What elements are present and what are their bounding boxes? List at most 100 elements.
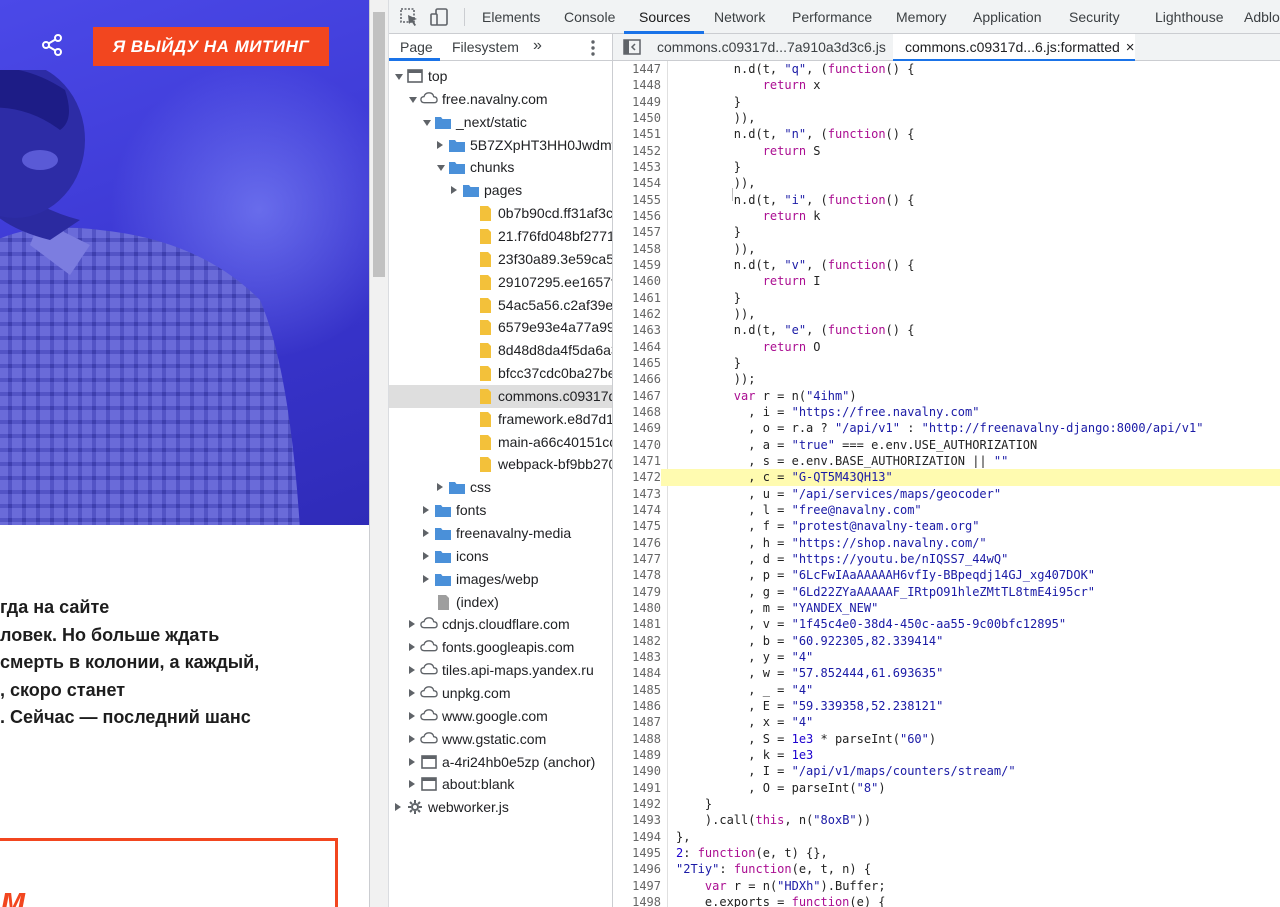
code-line[interactable]: 1486 , E = "59.339358,52.238121" xyxy=(613,698,1280,714)
tab-console[interactable]: Console xyxy=(564,0,615,34)
code-line[interactable]: 1488 , S = 1e3 * parseInt("60") xyxy=(613,731,1280,747)
collapsed-arrow-icon[interactable] xyxy=(423,574,429,583)
file-tab-commons-formatted[interactable]: commons.c09317d...6.js:formatted × xyxy=(893,34,1135,61)
line-number[interactable]: 1462 xyxy=(613,306,661,322)
tree-item[interactable]: css xyxy=(389,476,612,499)
more-tabs-chevron-icon[interactable]: » xyxy=(533,34,542,61)
code-line[interactable]: 1469 , o = r.a ? "/api/v1" : "http://fre… xyxy=(613,420,1280,436)
line-number[interactable]: 1465 xyxy=(613,355,661,371)
code-line[interactable]: 1470 , a = "true" === e.env.USE_AUTHORIZ… xyxy=(613,437,1280,453)
line-number[interactable]: 1461 xyxy=(613,290,661,306)
line-number[interactable]: 1459 xyxy=(613,257,661,273)
line-number[interactable]: 1464 xyxy=(613,339,661,355)
line-number[interactable]: 1470 xyxy=(613,437,661,453)
expanded-arrow-icon[interactable] xyxy=(395,74,403,80)
line-number[interactable]: 1478 xyxy=(613,567,661,583)
line-number[interactable]: 1486 xyxy=(613,698,661,714)
line-number[interactable]: 1498 xyxy=(613,894,661,907)
code-line[interactable]: 1473 , u = "/api/services/maps/geocoder" xyxy=(613,486,1280,502)
tree-item[interactable]: unpkg.com xyxy=(389,682,612,705)
code-line[interactable]: 1492 } xyxy=(613,796,1280,812)
tree-item[interactable]: fonts xyxy=(389,499,612,522)
line-number[interactable]: 1484 xyxy=(613,665,661,681)
code-line[interactable]: 1493 ).call(this, n("8oxB")) xyxy=(613,812,1280,828)
line-number[interactable]: 1458 xyxy=(613,241,661,257)
line-number[interactable]: 1469 xyxy=(613,420,661,436)
line-number[interactable]: 1449 xyxy=(613,94,661,110)
tree-item[interactable]: (index) xyxy=(389,591,612,614)
line-number[interactable]: 1463 xyxy=(613,322,661,338)
more-options-icon[interactable] xyxy=(589,38,597,58)
code-line[interactable]: 1459 n.d(t, "v", (function() { xyxy=(613,257,1280,273)
tree-item[interactable]: a-4ri24hb0e5zp (anchor) xyxy=(389,751,612,774)
code-line[interactable]: 1465 } xyxy=(613,355,1280,371)
expanded-arrow-icon[interactable] xyxy=(423,119,431,126)
line-number[interactable]: 1476 xyxy=(613,535,661,551)
line-number[interactable]: 1489 xyxy=(613,747,661,763)
tree-item[interactable]: framework.e8d7d1fe xyxy=(389,408,612,431)
code-line[interactable]: 1460 return I xyxy=(613,273,1280,289)
code-line[interactable]: 1479 , g = "6Ld22ZYaAAAAAF_IRtpO91hleZMt… xyxy=(613,584,1280,600)
tree-item[interactable]: 6579e93e4a77a992d xyxy=(389,316,612,339)
code-line[interactable]: 1468 , i = "https://free.navalny.com" xyxy=(613,404,1280,420)
code-line[interactable]: 1487 , x = "4" xyxy=(613,714,1280,730)
tab-application[interactable]: Application xyxy=(973,0,1042,34)
code-line[interactable]: 1463 n.d(t, "e", (function() { xyxy=(613,322,1280,338)
line-number[interactable]: 1448 xyxy=(613,77,661,93)
collapsed-arrow-icon[interactable] xyxy=(437,140,443,149)
tree-item[interactable]: images/webp xyxy=(389,568,612,591)
line-number[interactable]: 1474 xyxy=(613,502,661,518)
code-line[interactable]: 1481 , v = "1f45c4e0-38d4-450c-aa55-9c00… xyxy=(613,616,1280,632)
tree-item[interactable]: free.navalny.com xyxy=(389,88,612,111)
line-number[interactable]: 1490 xyxy=(613,763,661,779)
tab-adblock[interactable]: Adblo xyxy=(1244,0,1280,34)
line-number[interactable]: 1475 xyxy=(613,518,661,534)
code-line[interactable]: 1447 n.d(t, "q", (function() { xyxy=(613,61,1280,77)
tree-item[interactable]: top xyxy=(389,65,612,88)
code-line[interactable]: 1483 , y = "4" xyxy=(613,649,1280,665)
close-tab-icon[interactable]: × xyxy=(1126,39,1135,56)
code-line[interactable]: 1467 var r = n("4ihm") xyxy=(613,388,1280,404)
code-line[interactable]: 1448 return x xyxy=(613,77,1280,93)
tab-security[interactable]: Security xyxy=(1069,0,1120,34)
code-line[interactable]: 1476 , h = "https://shop.navalny.com/" xyxy=(613,535,1280,551)
code-line[interactable]: 1453 } xyxy=(613,159,1280,175)
collapsed-arrow-icon[interactable] xyxy=(409,734,415,743)
line-number[interactable]: 1456 xyxy=(613,208,661,224)
tree-item[interactable]: webworker.js xyxy=(389,796,612,819)
line-number[interactable]: 1491 xyxy=(613,780,661,796)
code-line[interactable]: 1457 } xyxy=(613,224,1280,240)
code-line[interactable]: 1497 var r = n("HDXh").Buffer; xyxy=(613,878,1280,894)
navigator-tab-page[interactable]: Page xyxy=(400,34,433,61)
code-line[interactable]: 1475 , f = "protest@navalny-team.org" xyxy=(613,518,1280,534)
tree-item[interactable]: 29107295.ee1657f10 xyxy=(389,271,612,294)
code-line[interactable]: 1451 n.d(t, "n", (function() { xyxy=(613,126,1280,142)
code-line[interactable]: 1494}, xyxy=(613,829,1280,845)
tree-item[interactable]: commons.c09317d7c xyxy=(389,384,612,408)
page-scrollbar-thumb[interactable] xyxy=(373,12,385,277)
code-line[interactable]: 1491 , O = parseInt("8") xyxy=(613,780,1280,796)
tree-item[interactable]: bfcc37cdc0ba27be8c xyxy=(389,362,612,385)
expanded-arrow-icon[interactable] xyxy=(437,165,445,172)
navigator-tab-filesystem[interactable]: Filesystem xyxy=(452,34,519,61)
line-number[interactable]: 1451 xyxy=(613,126,661,142)
tab-network[interactable]: Network xyxy=(714,0,765,34)
collapsed-arrow-icon[interactable] xyxy=(409,780,415,789)
collapsed-arrow-icon[interactable] xyxy=(409,620,415,629)
line-number[interactable]: 1485 xyxy=(613,682,661,698)
expanded-arrow-icon[interactable] xyxy=(409,96,417,103)
tree-item[interactable]: tiles.api-maps.yandex.ru xyxy=(389,659,612,682)
collapsed-arrow-icon[interactable] xyxy=(395,803,401,812)
tree-item[interactable]: freenavalny-media xyxy=(389,522,612,545)
collapsed-arrow-icon[interactable] xyxy=(409,757,415,766)
tree-item[interactable]: about:blank xyxy=(389,773,612,796)
line-number[interactable]: 1477 xyxy=(613,551,661,567)
line-number[interactable]: 1481 xyxy=(613,616,661,632)
tab-elements[interactable]: Elements xyxy=(482,0,540,34)
tree-item[interactable]: icons xyxy=(389,545,612,568)
line-number[interactable]: 1452 xyxy=(613,143,661,159)
line-number[interactable]: 1457 xyxy=(613,224,661,240)
collapsed-arrow-icon[interactable] xyxy=(451,186,457,195)
line-number[interactable]: 1454 xyxy=(613,175,661,191)
code-line[interactable]: 1455 n.d(t, "i", (function() { xyxy=(613,192,1280,208)
